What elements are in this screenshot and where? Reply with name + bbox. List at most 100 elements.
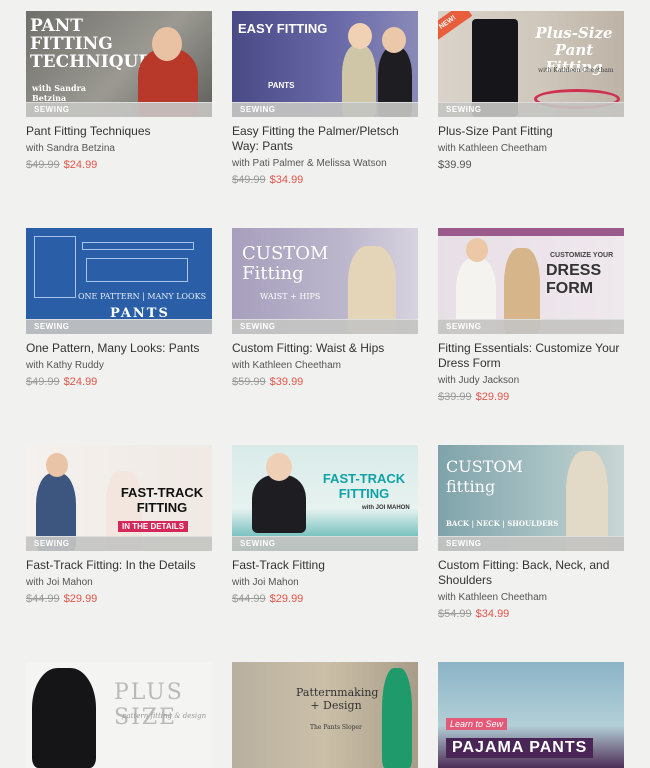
course-instructor: with Judy Jackson — [438, 375, 520, 386]
course-title[interactable]: Pant Fitting Techniques — [26, 124, 212, 139]
course-title[interactable]: Fitting Essentials: Customize Your Dress… — [438, 341, 624, 371]
thumb-subtitle: ONE PATTERN | MANY LOOKS — [78, 292, 207, 301]
blueprint-pattern — [86, 258, 188, 282]
category-bar: SEWING — [232, 319, 418, 334]
course-instructor: with Kathleen Cheetham — [232, 360, 341, 371]
course-title[interactable]: Plus-Size Pant Fitting — [438, 124, 624, 139]
thumb-title: DRESS FORM — [546, 262, 602, 297]
instructor-photo — [252, 475, 306, 533]
course-price: $54.99 $34.99 — [438, 608, 624, 620]
thumb-title: Patternmaking + Design — [296, 686, 379, 712]
thumb-subtitle: with Kathleen Cheetham — [538, 67, 614, 74]
blueprint-pattern — [82, 242, 194, 250]
course-instructor: with Kathy Ruddy — [26, 360, 104, 371]
garment-photo — [32, 668, 96, 768]
course-instructor: with Joi Mahon — [232, 577, 299, 588]
category-bar: SEWING — [438, 102, 624, 117]
thumb-subtitle: with JOI MAHON — [362, 505, 410, 511]
course-instructor: with Kathleen Cheetham — [438, 143, 547, 154]
sale-price: $34.99 — [269, 174, 304, 186]
course-price: $49.99 $24.99 — [26, 376, 212, 388]
course-grid: PANT FITTING TECHNIQUES with Sandra Betz… — [0, 0, 650, 768]
sale-price: $34.99 — [475, 608, 510, 620]
course-thumbnail[interactable]: Learn to Sew PAJAMA PANTS — [438, 662, 624, 768]
category-bar: SEWING — [26, 102, 212, 117]
original-price: $39.99 — [438, 391, 472, 403]
course-price: $49.99 $34.99 — [232, 174, 418, 186]
course-card: EASY FITTING PANTS SEWING Easy Fitting t… — [232, 11, 418, 186]
thumb-title: EASY FITTING — [238, 21, 328, 36]
course-thumbnail[interactable]: NEW! Plus-Size Pant Fitting with Kathlee… — [438, 11, 624, 117]
sale-price: $29.99 — [269, 593, 304, 605]
category-bar: SEWING — [438, 536, 624, 551]
instructor-face — [348, 23, 372, 49]
pants-photo — [382, 668, 412, 768]
sale-price: $39.99 — [269, 376, 304, 388]
course-thumbnail[interactable]: FAST-TRACK FITTING IN THE DETAILS SEWING — [26, 445, 212, 551]
course-title[interactable]: Custom Fitting: Waist & Hips — [232, 341, 418, 356]
course-instructor: with Pati Palmer & Melissa Watson — [232, 158, 387, 169]
course-card: PLUS SIZE pattern fitting & design — [26, 662, 212, 768]
course-card: Patternmaking + Design The Pants Sloper — [232, 662, 418, 768]
course-thumbnail[interactable]: FAST-TRACK FITTING with JOI MAHON SEWING — [232, 445, 418, 551]
original-price: $54.99 — [438, 608, 472, 620]
course-instructor: with Sandra Betzina — [26, 143, 115, 154]
original-price: $49.99 — [26, 376, 60, 388]
top-stripe — [438, 228, 624, 236]
thumb-title: FAST-TRACK FITTING — [120, 485, 204, 515]
course-card: CUSTOM Fitting WAIST + HIPS SEWING Custo… — [232, 228, 418, 388]
course-price: $44.99 $29.99 — [232, 593, 418, 605]
course-thumbnail[interactable]: Patternmaking + Design The Pants Sloper — [232, 662, 418, 768]
course-title[interactable]: Custom Fitting: Back, Neck, and Shoulder… — [438, 558, 624, 588]
thumb-title: PANT FITTING TECHNIQUES — [30, 16, 164, 72]
thumb-subtitle: Learn to Sew — [446, 718, 508, 730]
course-thumbnail[interactable]: EASY FITTING PANTS SEWING — [232, 11, 418, 117]
course-price: $39.99 — [438, 159, 624, 171]
course-card: CUSTOMIZE YOUR DRESS FORM SEWING Fitting… — [438, 228, 624, 403]
original-price: $59.99 — [232, 376, 266, 388]
course-thumbnail[interactable]: PLUS SIZE pattern fitting & design — [26, 662, 212, 768]
instructor-face — [152, 27, 182, 61]
thumb-subtitle: pattern fitting & design — [122, 712, 207, 720]
course-title[interactable]: Fast-Track Fitting: In the Details — [26, 558, 212, 573]
course-card: FAST-TRACK FITTING with JOI MAHON SEWING… — [232, 445, 418, 605]
course-title[interactable]: One Pattern, Many Looks: Pants — [26, 341, 212, 356]
thumb-subtitle: The Pants Sloper — [310, 724, 362, 731]
instructor-face — [466, 238, 488, 262]
instructor-face — [266, 453, 292, 481]
course-thumbnail[interactable]: CUSTOM fitting BACK | NECK | SHOULDERS S… — [438, 445, 624, 551]
original-price: $49.99 — [232, 174, 266, 186]
category-bar: SEWING — [438, 319, 624, 334]
original-price: $44.99 — [232, 593, 266, 605]
course-title[interactable]: Fast-Track Fitting — [232, 558, 418, 573]
course-thumbnail[interactable]: ONE PATTERN | MANY LOOKS PANTS SEWING — [26, 228, 212, 334]
course-title[interactable]: Easy Fitting the Palmer/Pletsch Way: Pan… — [232, 124, 418, 154]
original-price: $49.99 — [26, 159, 60, 171]
course-card: FAST-TRACK FITTING IN THE DETAILS SEWING… — [26, 445, 212, 605]
category-bar: SEWING — [26, 319, 212, 334]
course-thumbnail[interactable]: PANT FITTING TECHNIQUES with Sandra Betz… — [26, 11, 212, 117]
original-price: $44.99 — [26, 593, 60, 605]
sale-price: $29.99 — [475, 391, 510, 403]
thumb-title: CUSTOM Fitting — [242, 243, 329, 284]
course-price: $44.99 $29.99 — [26, 593, 212, 605]
thumb-subtitle: PANTS — [268, 81, 295, 90]
thumb-subtitle: with Sandra Betzina — [32, 83, 86, 103]
course-price: $59.99 $39.99 — [232, 376, 418, 388]
sale-price: $29.99 — [63, 593, 98, 605]
sale-price: $24.99 — [63, 159, 98, 171]
thumb-title: FAST-TRACK FITTING — [322, 471, 406, 501]
category-bar: SEWING — [232, 536, 418, 551]
course-thumbnail[interactable]: CUSTOMIZE YOUR DRESS FORM SEWING — [438, 228, 624, 334]
course-card: Learn to Sew PAJAMA PANTS — [438, 662, 624, 768]
thumb-subtitle: WAIST + HIPS — [260, 292, 321, 301]
course-thumbnail[interactable]: CUSTOM Fitting WAIST + HIPS SEWING — [232, 228, 418, 334]
course-price: $49.99 $24.99 — [26, 159, 212, 171]
thumb-subtitle: IN THE DETAILS — [118, 521, 189, 532]
thumb-title: PAJAMA PANTS — [446, 738, 594, 758]
thumb-subtitle: CUSTOMIZE YOUR — [550, 252, 614, 259]
thumb-title: CUSTOM fitting — [446, 457, 523, 496]
thumb-title: PLUS SIZE — [114, 680, 184, 730]
category-bar: SEWING — [26, 536, 212, 551]
course-card: CUSTOM fitting BACK | NECK | SHOULDERS S… — [438, 445, 624, 620]
